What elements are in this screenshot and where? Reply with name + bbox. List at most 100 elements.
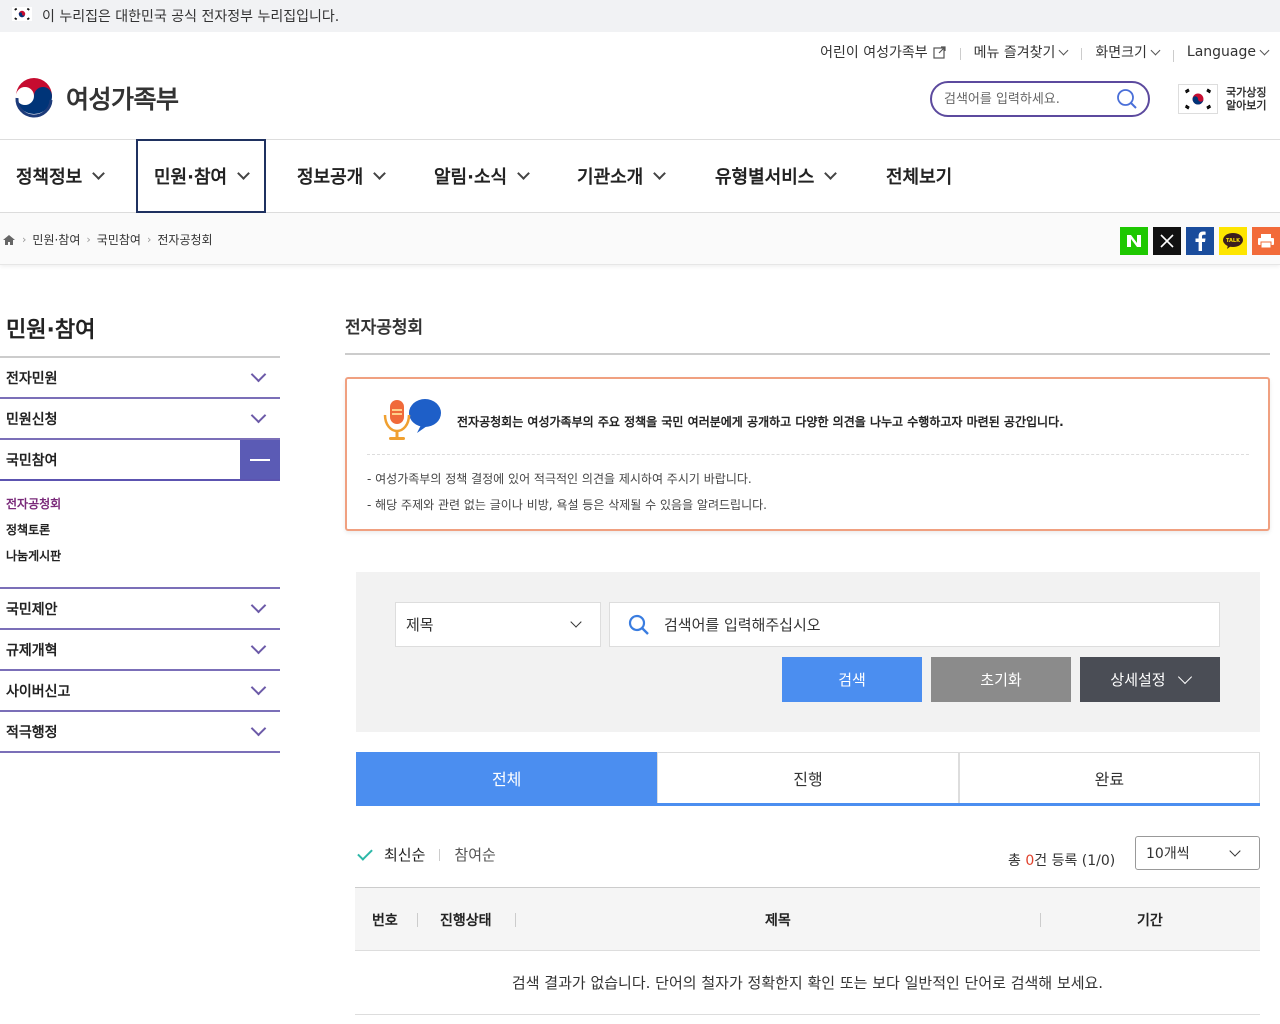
per-page-select[interactable]: 10개씩	[1135, 836, 1260, 870]
result-count: 총 0건 등록 (1/0)	[1008, 850, 1115, 870]
lnb-item-proactive-admin[interactable]: 적극행정	[0, 712, 280, 753]
naver-blog-icon[interactable]	[1120, 227, 1148, 255]
gnb-about[interactable]: 기관소개	[577, 140, 667, 212]
search-button[interactable]: 검색	[782, 657, 922, 702]
gnb-info-disclosure[interactable]: 정보공개	[297, 140, 387, 212]
sort-options: 최신순 참여순	[356, 844, 496, 865]
tab-completed[interactable]: 완료	[958, 752, 1260, 803]
emblem-line2: 알아보기	[1226, 99, 1267, 112]
table-header: 번호 진행상태 제목 기간	[355, 887, 1260, 951]
external-link-icon	[933, 45, 946, 59]
search-button-label: 검색	[838, 672, 866, 689]
gnb-news[interactable]: 알림·소식	[434, 140, 530, 212]
lnb-label: 전자민원	[6, 370, 58, 387]
left-nav: 전자민원 민원신청 국민참여 전자공청회 정책토론 나눔게시판 국민제안 규제개…	[0, 356, 280, 753]
lnb-title: 민원·참여	[6, 318, 96, 343]
gov-banner-text: 이 누리집은 대한민국 공식 전자정부 누리집입니다.	[42, 9, 340, 25]
share-buttons: TALK	[1120, 227, 1280, 255]
kids-site-link[interactable]: 어린이 여성가족부	[806, 42, 960, 62]
breadcrumb-item[interactable]: 국민참여	[97, 231, 141, 248]
select-value: 제목	[406, 616, 434, 634]
facebook-icon[interactable]	[1186, 227, 1214, 255]
gnb-label: 민원·참여	[154, 167, 228, 188]
chevron-down-icon	[517, 167, 530, 180]
language-label: Language	[1186, 44, 1256, 60]
chevron-down-icon	[92, 167, 106, 180]
notice-box: 전자공청회는 여성가족부의 주요 정책을 국민 여러분에게 공개하고 다양한 의…	[345, 377, 1270, 531]
lnb-item-regulatory-reform[interactable]: 규제개혁	[0, 630, 280, 671]
col-number: 번호	[372, 913, 398, 929]
lnb-label: 규제개혁	[6, 642, 58, 659]
reset-button-label: 초기화	[980, 672, 1022, 689]
gnb-civil-participation[interactable]: 민원·참여	[136, 139, 267, 213]
col-divider	[1040, 913, 1041, 927]
national-symbol-label: 국가상징 알아보기	[1226, 86, 1266, 112]
gnb-policy-info[interactable]: 정책정보	[16, 140, 106, 212]
detail-settings-button[interactable]: 상세설정	[1080, 657, 1220, 702]
lnb-item-public-participation[interactable]: 국민참여	[0, 440, 280, 481]
lnb-item-cyber-report[interactable]: 사이버신고	[0, 671, 280, 712]
chevron-down-icon	[824, 167, 838, 180]
svg-text:TALK: TALK	[1226, 238, 1241, 244]
favorites-label: 메뉴 즐겨찾기	[973, 45, 1056, 61]
gnb-view-all[interactable]: 전체보기	[886, 140, 952, 212]
chevron-down-icon	[1058, 45, 1069, 55]
status-tabs: 전체 진행 완료	[356, 752, 1260, 806]
chevron-right-icon: ›	[22, 233, 27, 246]
gnb-label: 알림·소식	[434, 167, 508, 188]
header-search-input[interactable]	[944, 91, 1116, 107]
lnb-label: 사이버신고	[6, 683, 71, 700]
search-field-select[interactable]: 제목	[395, 602, 601, 647]
chevron-down-icon	[373, 167, 387, 180]
header-search	[930, 81, 1150, 117]
lnb-sub-e-hearing[interactable]: 전자공청회	[6, 495, 280, 521]
keyword-input[interactable]	[664, 615, 1219, 634]
gnb-services-by-type[interactable]: 유형별서비스	[715, 140, 838, 212]
count-suffix: 건 등록 (1/0)	[1034, 853, 1116, 869]
utility-bar: 어린이 여성가족부 메뉴 즐겨찾기 화면크기 Language	[806, 40, 1270, 64]
national-symbol-link[interactable]: 국가상징 알아보기	[1178, 84, 1266, 114]
tab-all[interactable]: 전체	[356, 752, 658, 803]
microphone-speech-icon	[381, 395, 443, 447]
lnb-item-civil-request[interactable]: 민원신청	[0, 399, 280, 440]
lnb-sub-sharing-board[interactable]: 나눔게시판	[6, 547, 280, 573]
breadcrumb-item[interactable]: 전자공청회	[157, 231, 212, 248]
tab-in-progress[interactable]: 진행	[657, 752, 959, 803]
logo-text: 여성가족부	[66, 85, 179, 114]
screen-size-menu[interactable]: 화면크기	[1081, 42, 1173, 62]
language-menu[interactable]: Language	[1172, 44, 1270, 62]
col-divider	[417, 913, 418, 927]
site-logo[interactable]: 여성가족부	[12, 76, 179, 120]
lnb-item-e-civil[interactable]: 전자민원	[0, 358, 280, 399]
lnb-item-public-proposal[interactable]: 국민제안	[0, 589, 280, 630]
chevron-down-icon	[250, 366, 267, 383]
search-filter: 제목 검색 초기화 상세설정	[356, 572, 1260, 732]
chevron-down-icon	[570, 616, 582, 628]
sort-latest[interactable]: 최신순	[384, 844, 425, 865]
count-value: 0	[1025, 853, 1035, 869]
keyword-box	[609, 602, 1220, 647]
lnb-sub-policy-debate[interactable]: 정책토론	[6, 521, 280, 547]
gnb-label: 기관소개	[577, 167, 644, 188]
home-icon[interactable]	[2, 234, 16, 246]
minus-icon[interactable]	[240, 440, 280, 479]
sort-participation[interactable]: 참여순	[454, 844, 495, 865]
lnb-label: 적극행정	[6, 724, 58, 741]
title-divider	[345, 353, 1270, 355]
breadcrumb-item[interactable]: 민원·참여	[32, 231, 80, 248]
notice-divider	[367, 454, 1249, 455]
kakaotalk-icon[interactable]: TALK	[1219, 227, 1247, 255]
taegeuk-logo-icon	[13, 77, 55, 119]
print-icon[interactable]	[1252, 227, 1280, 255]
lnb-label: 민원신청	[6, 411, 58, 428]
gnb-label: 전체보기	[886, 167, 953, 188]
favorites-menu[interactable]: 메뉴 즐겨찾기	[959, 42, 1082, 62]
chevron-down-icon	[250, 597, 267, 614]
reset-button[interactable]: 초기화	[931, 657, 1071, 702]
page-title: 전자공청회	[345, 318, 424, 338]
x-icon[interactable]	[1153, 227, 1181, 255]
search-icon[interactable]	[1116, 88, 1138, 110]
chevron-right-icon: ›	[86, 233, 91, 246]
main-nav: 정책정보 민원·참여 정보공개 알림·소식 기관소개 유형별서비스 전체보기	[0, 139, 1280, 213]
korea-flag-icon	[12, 7, 32, 25]
